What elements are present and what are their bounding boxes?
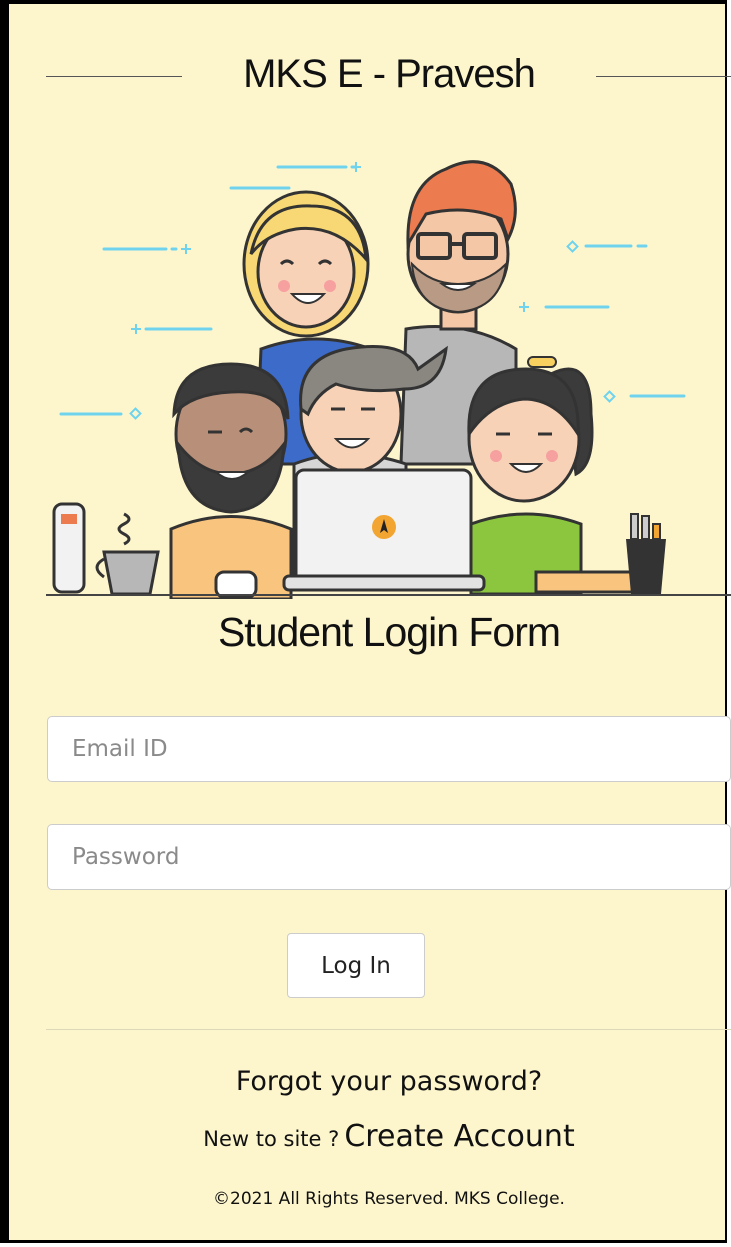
footer-divider — [46, 1029, 731, 1030]
email-field[interactable] — [47, 716, 731, 782]
students-with-laptop-illustration — [46, 160, 731, 599]
new-to-site-label: New to site ? — [203, 1127, 340, 1151]
login-page: MKS E - Pravesh Student Login Form Email… — [0, 0, 731, 1243]
login-form-title: Student Login Form — [217, 609, 561, 655]
copyright-text: ©2021 All Rights Reserved. MKS College. — [213, 1189, 565, 1209]
header-divider-right — [596, 76, 731, 77]
header: MKS E - Pravesh — [46, 44, 731, 104]
create-account-link[interactable]: Create Account — [344, 1119, 574, 1154]
page-title: MKS E - Pravesh — [243, 52, 536, 96]
signup-prompt: New to site ? Create Account — [46, 1119, 731, 1154]
forgot-password-link[interactable]: Forgot your password? — [46, 1066, 731, 1097]
login-button[interactable]: Log In — [287, 933, 425, 998]
header-divider-left — [46, 76, 182, 77]
password-field[interactable] — [47, 824, 731, 890]
